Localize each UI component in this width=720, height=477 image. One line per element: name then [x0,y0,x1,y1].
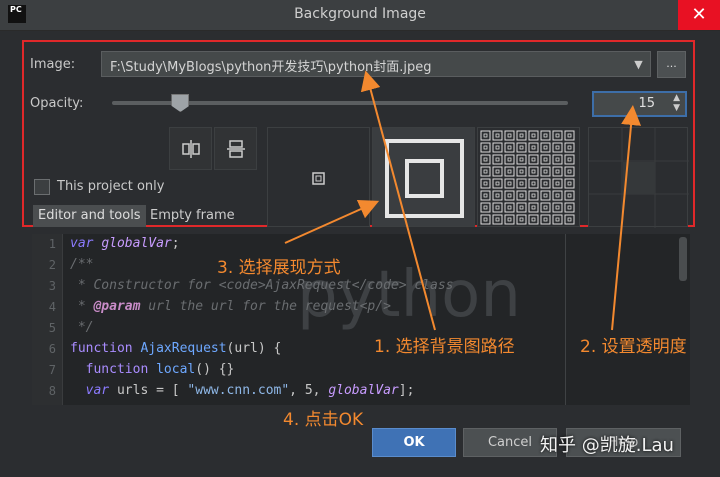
annotation-step3: 3. 选择展现方式 [217,258,341,278]
annotation-step2: 2. 设置透明度 [580,337,687,357]
annotation-step1: 1. 选择背景图路径 [374,337,515,357]
zhihu-watermark: 知乎 @凯旋.Lau [540,435,674,456]
ok-button[interactable]: OK [372,428,456,457]
annotation-step4: 4. 点击OK [283,410,364,430]
